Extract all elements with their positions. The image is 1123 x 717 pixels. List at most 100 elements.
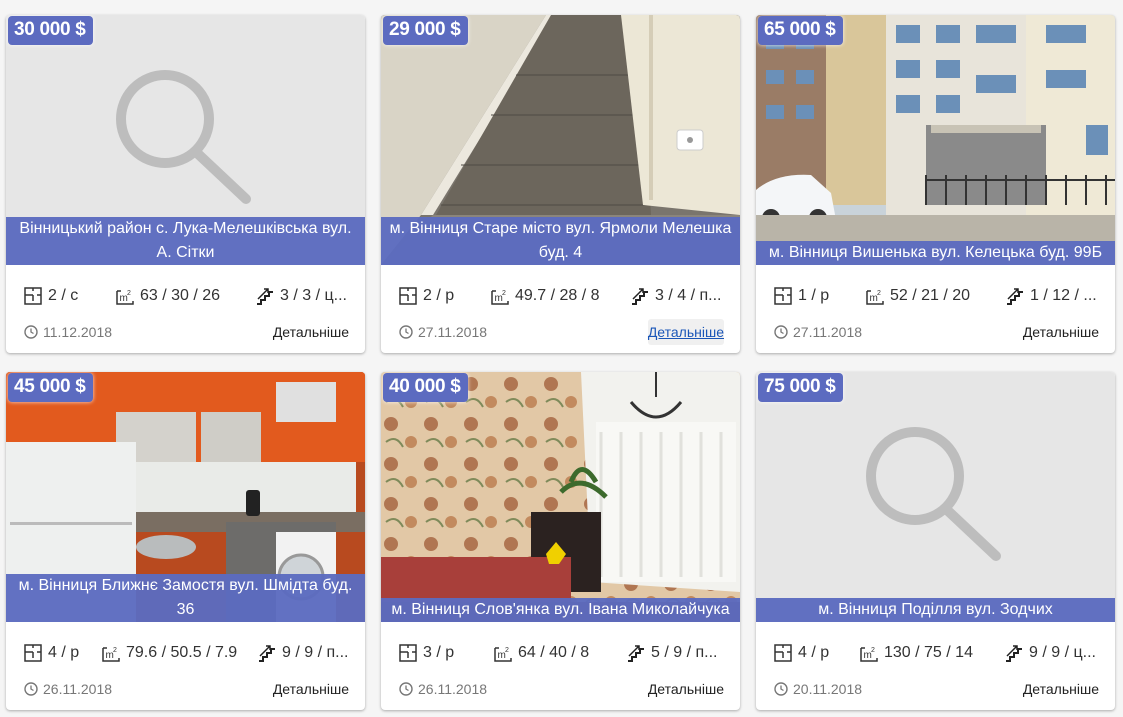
floor-plan-icon: [24, 287, 42, 305]
stairs-icon: [258, 645, 276, 662]
clock-icon: [399, 325, 413, 339]
listing-photo[interactable]: 40 000 $ м. Вінниця Слов'янка вул. Івана…: [381, 372, 740, 622]
date-value: 11.12.2018: [43, 324, 113, 340]
placeholder-image[interactable]: 75 000 $ м. Вінниця Поділля вул. Зодчих: [756, 372, 1115, 622]
area-value: 79.6 / 50.5 / 7.9: [126, 644, 238, 661]
clock-icon: [399, 682, 413, 696]
floor-spec: 9 / 9 / ц...: [1005, 644, 1105, 662]
listing-photo[interactable]: 45 000 $ м. Вінниця Ближнє Замостя вул. …: [6, 372, 365, 622]
listing-card[interactable]: 65 000 $ м. Вінниця Вишенька вул. Келець…: [756, 15, 1115, 353]
rooms-value: 3 / р: [423, 644, 455, 661]
rooms-value: 1 / р: [798, 287, 830, 304]
area-m2-icon: [494, 646, 512, 662]
listing-address[interactable]: м. Вінниця Старе місто вул. Ярмоли Мелеш…: [381, 217, 740, 265]
date-value: 26.11.2018: [418, 681, 488, 697]
listing-address[interactable]: м. Вінниця Поділля вул. Зодчих: [756, 598, 1115, 622]
price-badge: 45 000 $: [8, 373, 93, 402]
date-value: 26.11.2018: [43, 681, 113, 697]
building-photo: [756, 15, 1115, 265]
floor-plan-icon: [774, 644, 792, 662]
listing-card[interactable]: 30 000 $ Вінницький район с. Лука-Мелешк…: [6, 15, 365, 353]
listing-address[interactable]: м. Вінниця Ближнє Замостя вул. Шмідта бу…: [6, 574, 365, 622]
listing-address[interactable]: Вінницький район с. Лука-Мелешківська ву…: [6, 217, 365, 265]
floor-plan-icon: [24, 644, 42, 662]
listing-date: 26.11.2018: [399, 681, 487, 697]
listing-card[interactable]: 75 000 $ м. Вінниця Поділля вул. Зодчих …: [756, 372, 1115, 710]
listing-date: 26.11.2018: [24, 681, 112, 697]
floor-plan-icon: [399, 644, 417, 662]
clock-icon: [24, 325, 38, 339]
price-badge: 65 000 $: [758, 16, 843, 45]
search-icon: [866, 427, 1001, 561]
area-spec: 130 / 75 / 14: [860, 644, 1005, 662]
stairs-icon: [627, 645, 645, 662]
floor-spec: 1 / 12 / ...: [1006, 287, 1106, 305]
area-value: 64 / 40 / 8: [518, 644, 590, 661]
area-spec: 49.7 / 28 / 8: [491, 287, 631, 305]
floor-value: 9 / 9 / ц...: [1029, 644, 1096, 661]
rooms-value: 2 / с: [48, 287, 79, 304]
stairs-icon: [1005, 645, 1023, 662]
room-photo: [381, 372, 740, 622]
area-m2-icon: [102, 646, 120, 662]
area-m2-icon: [116, 289, 134, 305]
clock-icon: [24, 682, 38, 696]
listing-date: 20.11.2018: [774, 681, 862, 697]
floor-value: 3 / 4 / п...: [655, 287, 722, 304]
rooms-spec: 4 / р: [774, 644, 860, 662]
details-button[interactable]: Детальніше: [1023, 676, 1099, 702]
placeholder-image[interactable]: 30 000 $ Вінницький район с. Лука-Мелешк…: [6, 15, 365, 265]
rooms-value: 4 / р: [48, 644, 80, 661]
floor-spec: 3 / 3 / ц...: [256, 287, 356, 305]
floor-value: 1 / 12 / ...: [1030, 287, 1097, 304]
listing-photo[interactable]: 29 000 $ м. Вінниця Старе місто вул. Ярм…: [381, 15, 740, 265]
area-value: 52 / 21 / 20: [890, 287, 971, 304]
details-button[interactable]: Детальніше: [273, 319, 349, 345]
area-m2-icon: [491, 289, 509, 305]
rooms-value: 2 / р: [423, 287, 455, 304]
details-button[interactable]: Детальніше: [273, 676, 349, 702]
details-button[interactable]: Детальніше: [648, 676, 724, 702]
date-value: 27.11.2018: [793, 324, 863, 340]
rooms-value: 4 / р: [798, 644, 830, 661]
details-button[interactable]: Детальніше: [647, 319, 724, 345]
listing-card[interactable]: 45 000 $ м. Вінниця Ближнє Замостя вул. …: [6, 372, 365, 710]
area-m2-icon: [860, 646, 878, 662]
stairs-icon: [631, 288, 649, 305]
listing-address[interactable]: м. Вінниця Слов'янка вул. Івана Миколайч…: [381, 598, 740, 622]
rooms-spec: 2 / с: [24, 287, 116, 305]
listing-address[interactable]: м. Вінниця Вишенька вул. Келецька буд. 9…: [756, 241, 1115, 265]
rooms-spec: 4 / р: [24, 644, 102, 662]
area-m2-icon: [866, 289, 884, 305]
area-spec: 52 / 21 / 20: [866, 287, 1006, 305]
rooms-spec: 1 / р: [774, 287, 866, 305]
area-value: 130 / 75 / 14: [884, 644, 973, 661]
listing-card[interactable]: 29 000 $ м. Вінниця Старе місто вул. Ярм…: [381, 15, 740, 353]
price-badge: 75 000 $: [758, 373, 843, 402]
area-spec: 79.6 / 50.5 / 7.9: [102, 644, 258, 662]
floor-value: 9 / 9 / п...: [282, 644, 349, 661]
rooms-spec: 2 / р: [399, 287, 491, 305]
floor-spec: 9 / 9 / п...: [258, 644, 356, 662]
price-badge: 40 000 $: [383, 373, 468, 402]
area-spec: 63 / 30 / 26: [116, 287, 256, 305]
date-value: 27.11.2018: [418, 324, 488, 340]
floor-value: 3 / 3 / ц...: [280, 287, 347, 304]
stairs-icon: [256, 288, 274, 305]
floor-value: 5 / 9 / п...: [651, 644, 718, 661]
stairs-icon: [1006, 288, 1024, 305]
clock-icon: [774, 325, 788, 339]
listing-date: 27.11.2018: [399, 324, 487, 340]
floor-spec: 3 / 4 / п...: [631, 287, 731, 305]
listing-card[interactable]: 40 000 $ м. Вінниця Слов'янка вул. Івана…: [381, 372, 740, 710]
floor-plan-icon: [774, 287, 792, 305]
clock-icon: [774, 682, 788, 696]
price-badge: 30 000 $: [8, 16, 93, 45]
listing-photo[interactable]: 65 000 $ м. Вінниця Вишенька вул. Келець…: [756, 15, 1115, 265]
listing-date: 27.11.2018: [774, 324, 862, 340]
details-button[interactable]: Детальніше: [1023, 319, 1099, 345]
area-value: 63 / 30 / 26: [140, 287, 221, 304]
price-badge: 29 000 $: [383, 16, 468, 45]
area-value: 49.7 / 28 / 8: [515, 287, 600, 304]
date-value: 20.11.2018: [793, 681, 863, 697]
